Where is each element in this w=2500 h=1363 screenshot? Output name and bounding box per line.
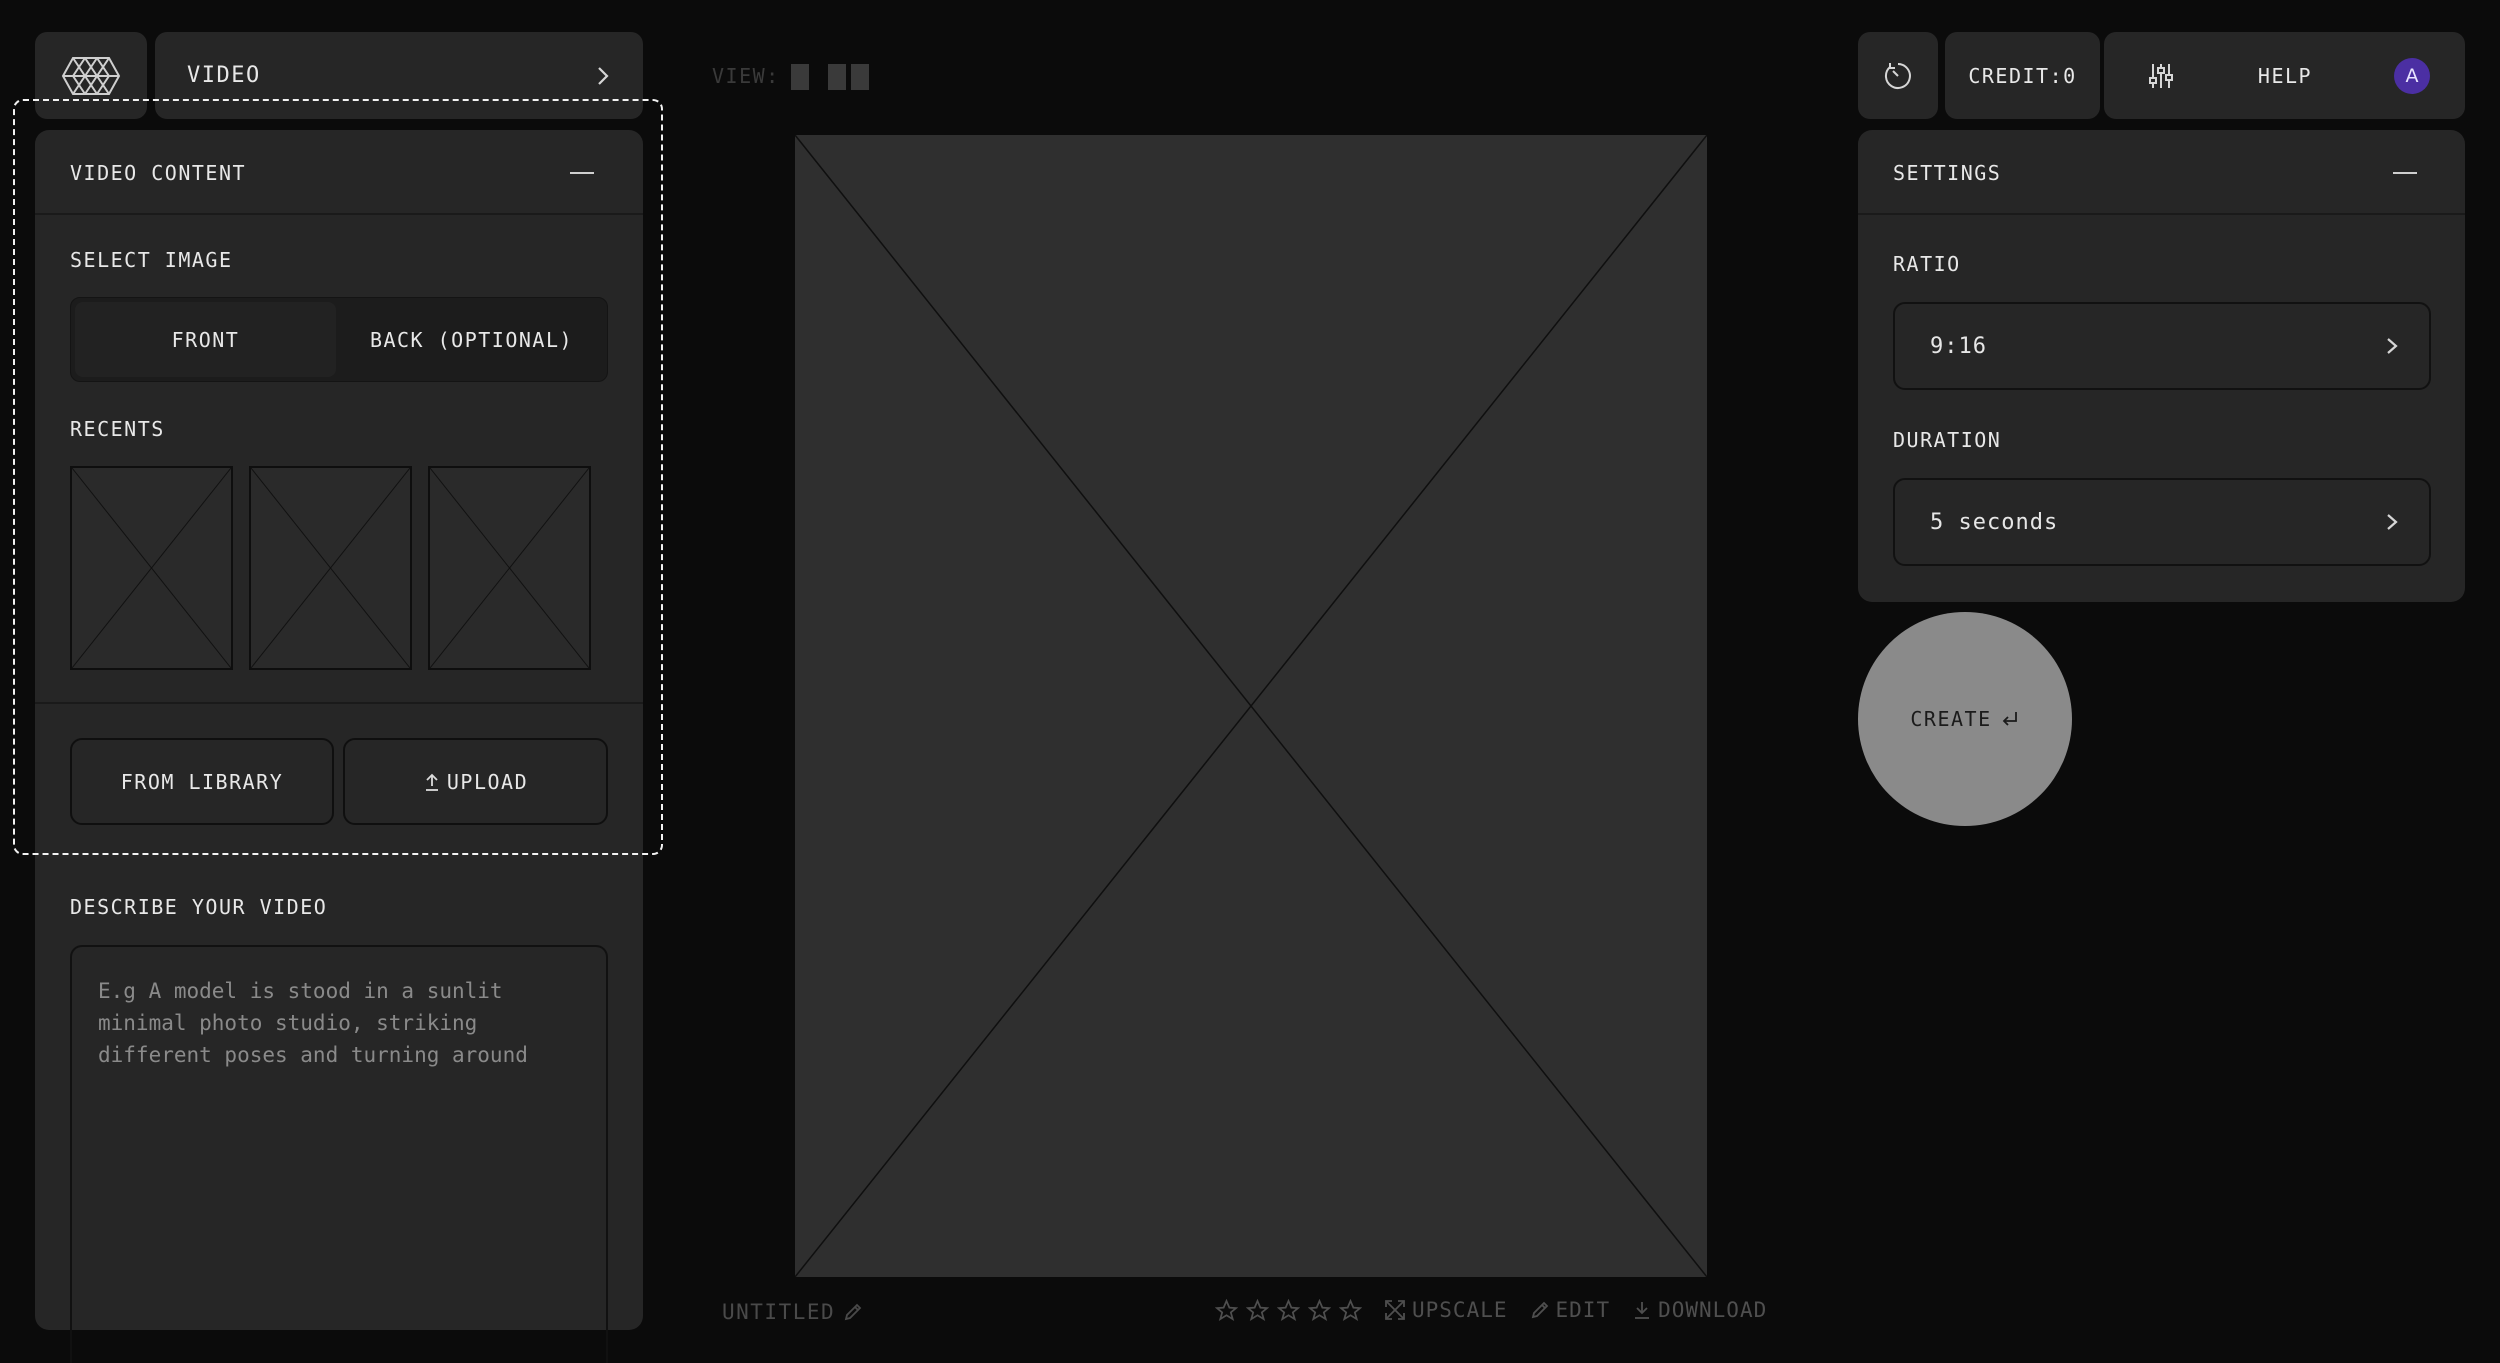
chevron-right-icon [2387, 514, 2398, 530]
avatar[interactable]: A [2393, 57, 2430, 94]
view-double-icon-left[interactable] [828, 64, 846, 90]
credit-label: CREDIT:0 [1968, 63, 2077, 88]
view-single-icon[interactable] [791, 64, 809, 90]
recent-thumbnail[interactable] [70, 466, 233, 670]
recents-label: RECENTS [70, 417, 165, 441]
preview-canvas [795, 135, 1707, 1277]
enter-icon [2002, 712, 2017, 726]
upload-label: UPLOAD [446, 769, 529, 794]
tab-front[interactable]: FRONT [75, 302, 336, 377]
upscale-button[interactable]: UPSCALE [1384, 1298, 1508, 1322]
project-title[interactable]: UNTITLED [722, 1300, 863, 1324]
star-icon[interactable] [1246, 1298, 1269, 1322]
rating-stars [1215, 1298, 1362, 1322]
help-bar: HELP A [2104, 32, 2465, 119]
view-double-icon-right[interactable] [851, 64, 869, 90]
settings-title: SETTINGS [1893, 161, 2002, 185]
mode-selector[interactable]: VIDEO [155, 32, 643, 119]
project-title-label: UNTITLED [722, 1300, 836, 1324]
credit-display: CREDIT:0 [1945, 32, 2100, 119]
history-icon [1884, 62, 1911, 89]
image-placeholder-icon [72, 468, 231, 668]
create-button[interactable]: CREATE [1858, 612, 2072, 826]
describe-label: DESCRIBE YOUR VIDEO [70, 895, 328, 919]
select-image-label: SELECT IMAGE [70, 248, 233, 272]
star-icon[interactable] [1339, 1298, 1362, 1322]
upload-icon [425, 773, 438, 791]
pencil-icon[interactable] [843, 1302, 863, 1322]
settings-panel: SETTINGS RATIO 9:16 DURATION 5 seconds [1858, 130, 2465, 602]
duration-value: 5 seconds [1930, 509, 2059, 535]
ratio-select[interactable]: 9:16 [1893, 302, 2431, 390]
ratio-label: RATIO [1893, 252, 1961, 276]
download-button[interactable]: DOWNLOAD [1632, 1298, 1767, 1322]
image-placeholder-icon [795, 135, 1707, 1277]
upscale-label: UPSCALE [1412, 1298, 1508, 1322]
sliders-icon[interactable] [2146, 61, 2176, 91]
tab-back-optional[interactable]: BACK (OPTIONAL) [340, 302, 603, 377]
logo-icon [61, 56, 121, 95]
collapse-icon[interactable] [570, 171, 594, 175]
from-library-button[interactable]: FROM LIBRARY [70, 738, 334, 825]
star-icon[interactable] [1277, 1298, 1300, 1322]
chevron-right-icon [2387, 338, 2398, 354]
duration-label: DURATION [1893, 428, 2002, 452]
describe-textarea[interactable]: E.g A model is stood in a sunlit minimal… [70, 945, 608, 1363]
describe-placeholder: E.g A model is stood in a sunlit minimal… [98, 979, 528, 1067]
recent-thumbnail[interactable] [428, 466, 591, 670]
mode-label: VIDEO [187, 63, 261, 88]
canvas-actions: UPSCALE EDIT DOWNLOAD [1215, 1298, 1767, 1322]
from-library-label: FROM LIBRARY [120, 769, 284, 794]
image-placeholder-icon [430, 468, 589, 668]
ratio-value: 9:16 [1930, 333, 1987, 359]
image-placeholder-icon [251, 468, 410, 668]
edit-label: EDIT [1555, 1298, 1611, 1322]
logo-button[interactable] [35, 32, 147, 119]
history-button[interactable] [1858, 32, 1938, 119]
video-content-title: VIDEO CONTENT [70, 161, 247, 185]
pencil-icon [1531, 1301, 1548, 1319]
star-icon[interactable] [1215, 1298, 1238, 1322]
upload-button[interactable]: UPLOAD [343, 738, 608, 825]
duration-select[interactable]: 5 seconds [1893, 478, 2431, 566]
create-label: CREATE [1910, 707, 1992, 731]
download-label: DOWNLOAD [1658, 1298, 1768, 1322]
left-panel: VIDEO CONTENT SELECT IMAGE FRONT BACK (O… [35, 130, 643, 1363]
help-button[interactable]: HELP [2258, 64, 2312, 88]
image-side-toggle: FRONT BACK (OPTIONAL) [70, 297, 608, 382]
edit-button[interactable]: EDIT [1530, 1298, 1611, 1322]
expand-icon [1385, 1300, 1405, 1320]
chevron-right-icon [598, 66, 609, 85]
star-icon[interactable] [1308, 1298, 1331, 1322]
view-label: VIEW: [712, 64, 780, 88]
download-icon [1635, 1302, 1650, 1319]
recent-thumbnail[interactable] [249, 466, 412, 670]
collapse-icon[interactable] [2393, 171, 2417, 175]
